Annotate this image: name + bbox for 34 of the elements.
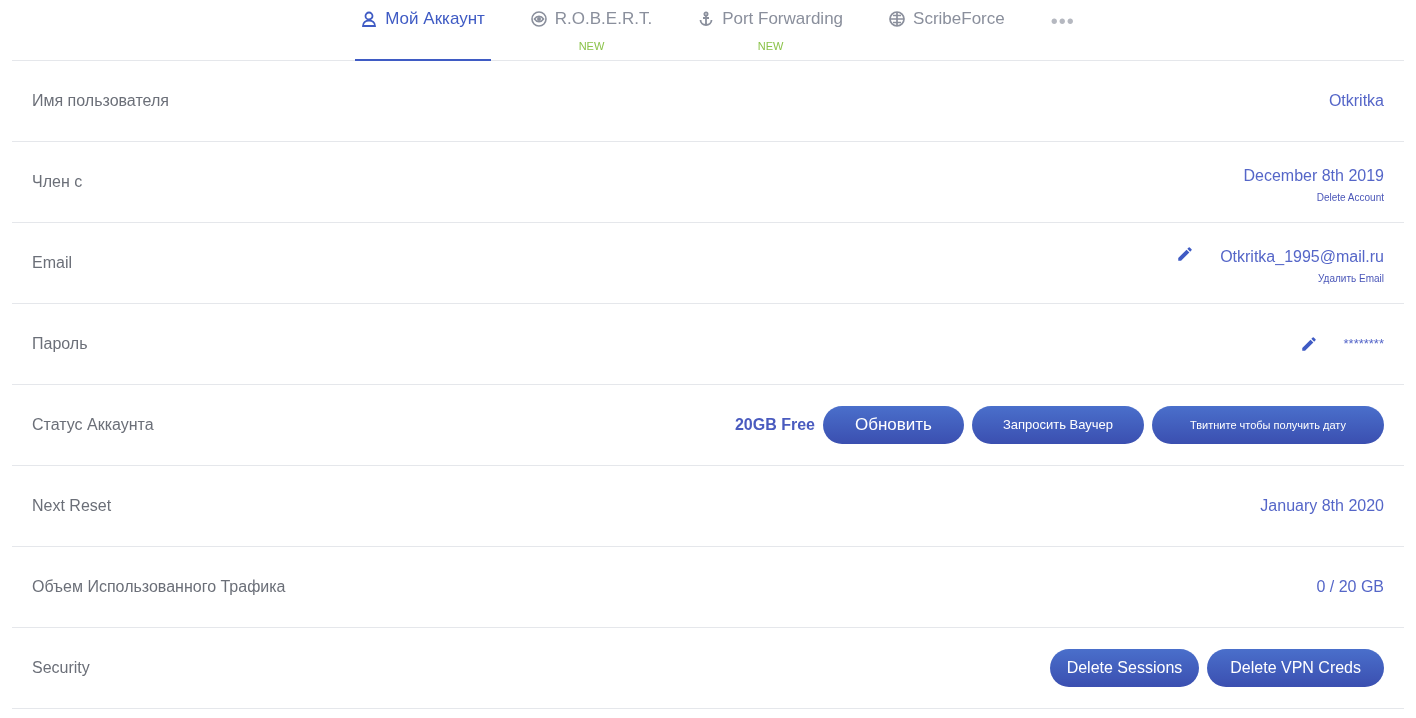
pencil-icon[interactable] xyxy=(1176,245,1195,263)
field-label: Член с xyxy=(32,172,83,192)
field-label: Имя пользователя xyxy=(32,91,169,111)
pencil-icon[interactable] xyxy=(1299,335,1318,353)
tab[interactable]: R.O.B.E.R.T. NEW xyxy=(524,0,659,61)
anchor-icon xyxy=(698,10,715,27)
action-button[interactable]: Твитните чтобы получить дату xyxy=(1152,406,1384,444)
action-button[interactable]: Обновить xyxy=(823,406,964,444)
tab[interactable]: Port Forwarding NEW xyxy=(692,0,850,61)
action-button[interactable]: Запросить Ваучер xyxy=(972,406,1144,444)
link[interactable]: Delete Account xyxy=(1316,189,1384,205)
field-label: Next Reset xyxy=(32,496,112,516)
field-value: 0 / 20 GB xyxy=(1316,577,1384,597)
tab[interactable]: Мой Аккаунт xyxy=(355,0,491,61)
field-value: Otkritka_1995@mail.ru xyxy=(1220,246,1384,267)
field-value: Otkritka xyxy=(1328,91,1384,111)
user-icon xyxy=(361,10,378,27)
new-label: NEW xyxy=(578,38,605,54)
field-label: Email xyxy=(32,253,72,273)
field-label: Пароль xyxy=(32,334,88,354)
globe-icon xyxy=(889,10,906,27)
field-value: ******** xyxy=(1343,335,1384,354)
plan-status: 20GB Free xyxy=(734,415,815,435)
eye-icon xyxy=(530,10,547,27)
field-label: Статус Аккаунта xyxy=(32,415,154,435)
action-button[interactable]: Delete Sessions xyxy=(1049,649,1200,687)
link[interactable]: Удалить Email xyxy=(1318,270,1384,286)
tab[interactable]: ScribeForce xyxy=(883,0,1011,61)
field-value: January 8th 2020 xyxy=(1260,496,1384,516)
field-value: December 8th 2019 xyxy=(1243,165,1384,186)
field-label: Объем Использованного Трафика xyxy=(32,577,286,597)
action-button[interactable]: Delete VPN Creds xyxy=(1207,649,1384,687)
new-label: NEW xyxy=(757,38,784,54)
field-label: Security xyxy=(32,658,90,678)
